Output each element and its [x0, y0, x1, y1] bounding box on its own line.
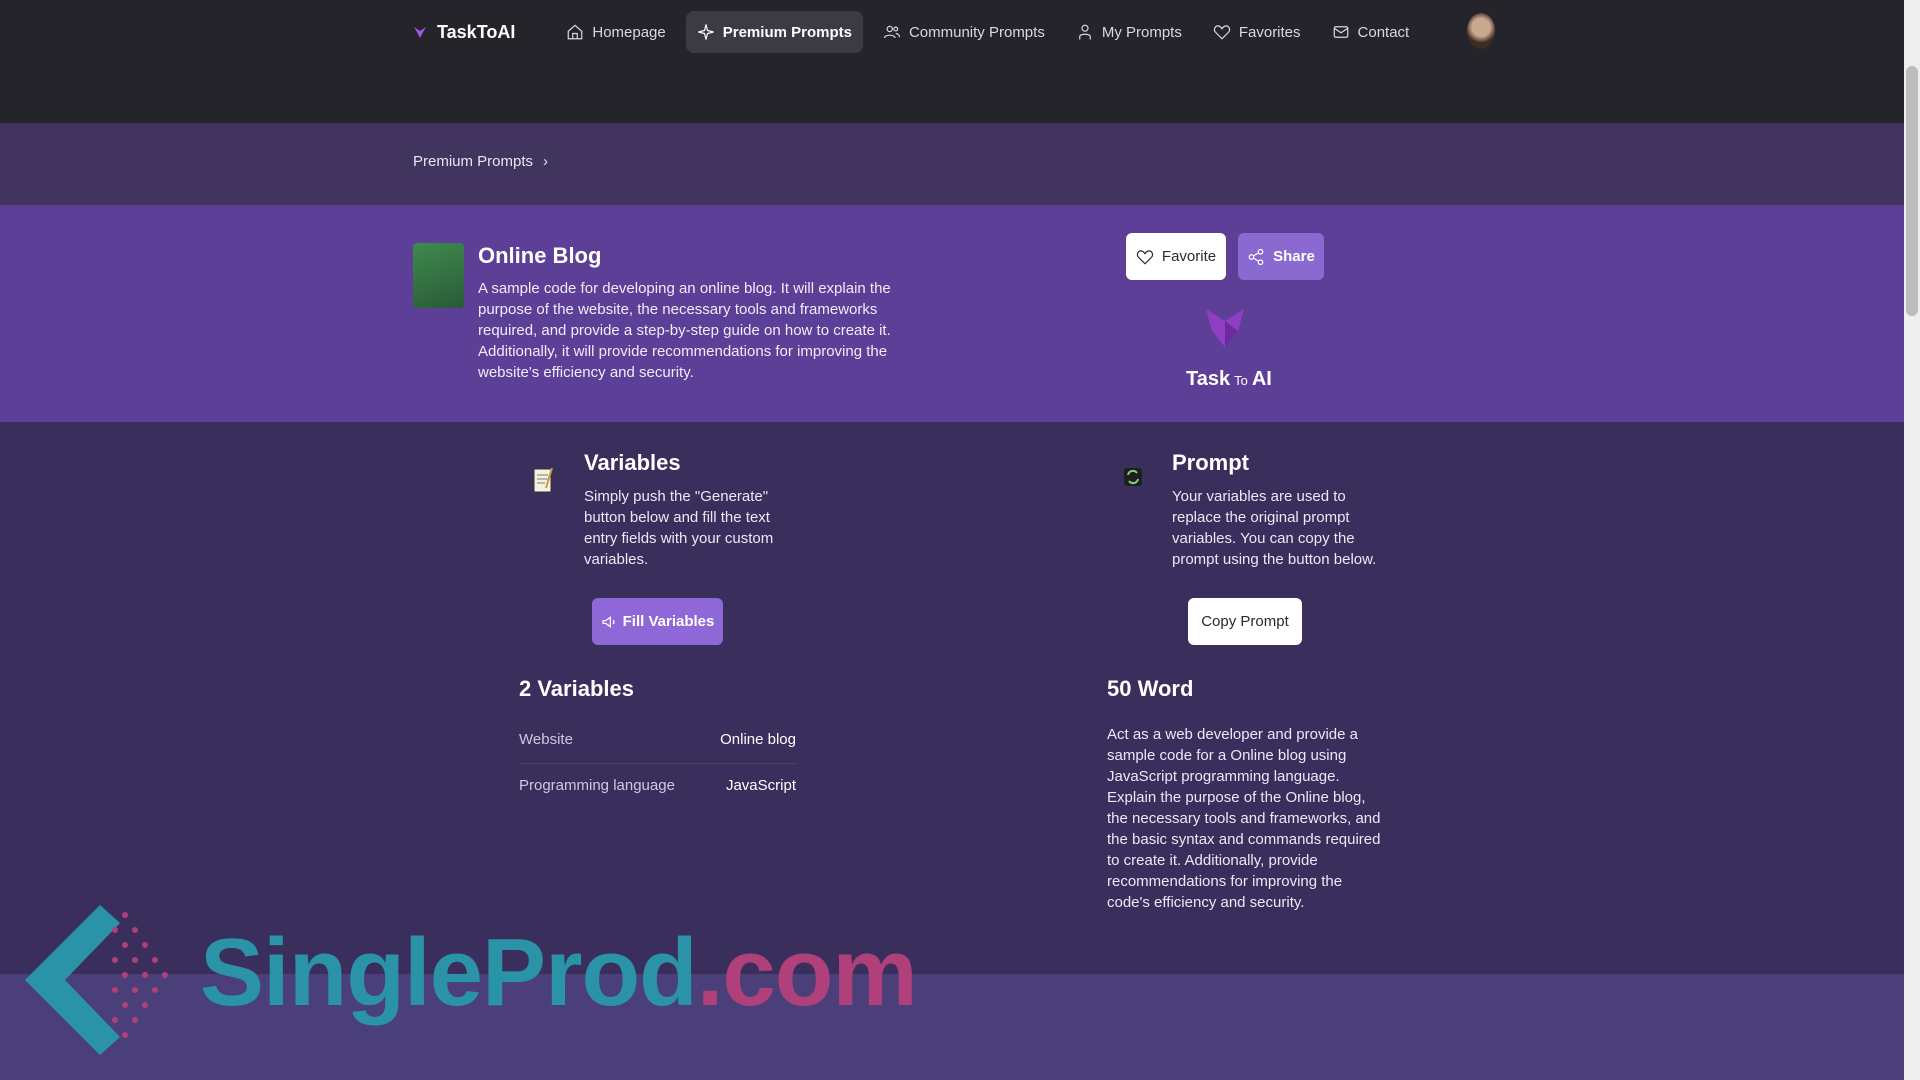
copy-prompt-button[interactable]: Copy Prompt: [1188, 598, 1302, 645]
nav-item-label: Contact: [1357, 23, 1410, 41]
tasktoai-logo-text: Task To AI: [1186, 368, 1272, 390]
share-button-label: Share: [1273, 248, 1315, 265]
variable-value: Online blog: [720, 731, 796, 748]
brand-logo-icon: [414, 27, 426, 38]
variables-count: 2 Variables: [519, 676, 634, 701]
nav-item-premium-prompts[interactable]: Premium Prompts: [685, 11, 863, 53]
prompt-title: Prompt: [1172, 450, 1249, 475]
tasktoai-logo-icon: [1206, 309, 1244, 347]
megaphone-icon: [602, 615, 615, 628]
nav-item-label: Community Prompts: [908, 23, 1045, 41]
heart-icon: [1136, 249, 1153, 265]
variable-key: Programming language: [519, 777, 675, 794]
nav-item-favorites[interactable]: Favorites: [1202, 11, 1312, 53]
page-title: Online Blog: [478, 243, 602, 268]
user-icon: [1078, 24, 1091, 40]
favorite-button[interactable]: Favorite: [1126, 233, 1226, 280]
nav-item-contact[interactable]: Contact: [1321, 11, 1421, 53]
prompt-word-count: 50 Word: [1107, 676, 1194, 701]
refresh-icon: [1123, 466, 1147, 494]
variables-title: Variables: [584, 450, 681, 475]
nav-item-label: Premium Prompts: [722, 23, 852, 41]
prompt-description: Your variables are used to replace the o…: [1172, 488, 1377, 568]
copy-prompt-label: Copy Prompt: [1201, 613, 1289, 630]
sparkle-icon: [698, 24, 714, 40]
scrollbar-thumb[interactable]: [1906, 66, 1918, 316]
breadcrumb-band: Premium Prompts ›: [0, 123, 1904, 205]
nav-item-homepage[interactable]: Homepage: [555, 11, 676, 53]
variable-key: Website: [519, 731, 573, 748]
breadcrumb: Premium Prompts ›: [413, 153, 548, 170]
users-icon: [883, 25, 901, 39]
favorite-button-label: Favorite: [1161, 248, 1217, 265]
notepad-icon: [532, 466, 556, 494]
fill-variables-label: Fill Variables: [622, 613, 715, 630]
user-avatar[interactable]: [1467, 13, 1495, 49]
nav-item-label: Favorites: [1238, 23, 1301, 41]
share-icon: [1248, 248, 1264, 265]
home-icon: [568, 24, 583, 40]
nav-item-my-prompts[interactable]: My Prompts: [1065, 11, 1193, 53]
variable-value: JavaScript: [725, 777, 796, 794]
prompt-detail: Variables Simply push the "Generate" but…: [0, 422, 1904, 974]
page-scrollbar[interactable]: [1904, 0, 1920, 1080]
prompt-description: A sample code for developing an online b…: [478, 280, 891, 381]
nav-item-label: Homepage: [592, 23, 666, 41]
variable-row: Programming language JavaScript: [519, 764, 796, 810]
nav-item-label: My Prompts: [1101, 23, 1182, 41]
brand[interactable]: TaskToAI: [413, 22, 515, 43]
main-nav: TaskToAI Homepage Premium Prompts Commun…: [413, 11, 1429, 53]
breadcrumb-separator: ›: [543, 153, 549, 170]
top-navbar: TaskToAI Homepage Premium Prompts Commun…: [0, 0, 1904, 123]
mail-icon: [1333, 26, 1348, 38]
prompt-header: Online Blog A sample code for developing…: [0, 205, 1904, 422]
share-button[interactable]: Share: [1238, 233, 1324, 280]
brand-name: TaskToAI: [437, 21, 516, 42]
singleprod-watermark-text: SingleProd.com: [200, 919, 918, 1026]
variables-description: Simply push the "Generate" button below …: [584, 488, 774, 568]
prompt-text: Act as a web developer and provide a sam…: [1107, 726, 1381, 911]
heart-icon: [1213, 25, 1230, 40]
variable-row: Website Online blog: [519, 718, 796, 764]
prompt-thumbnail: [413, 243, 464, 308]
fill-variables-button[interactable]: Fill Variables: [592, 598, 723, 645]
nav-item-community-prompts[interactable]: Community Prompts: [872, 11, 1056, 53]
breadcrumb-item-premium-prompts[interactable]: Premium Prompts: [413, 153, 533, 170]
